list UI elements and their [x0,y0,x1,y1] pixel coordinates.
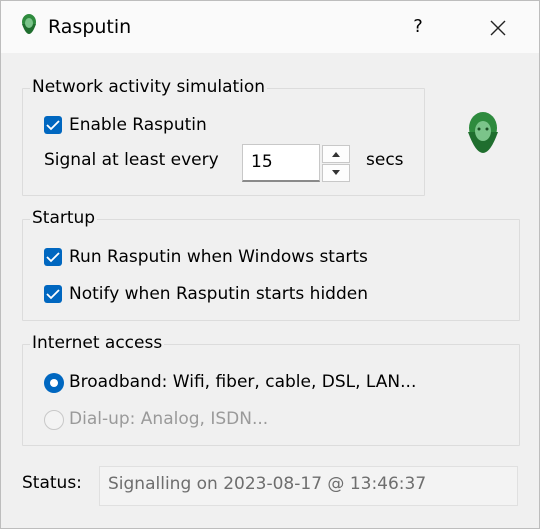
help-label: ? [413,16,423,37]
broadband-label[interactable]: Broadband: Wifi, fiber, cable, DSL, LAN.… [69,372,416,392]
internet-group-label: Internet access [30,333,165,353]
checkmark-icon [46,252,60,263]
window-title: Rasputin [48,16,132,38]
checkmark-icon [46,289,60,300]
rasputin-dialog: Rasputin ? Network activity simulation E… [0,0,540,529]
close-icon [490,20,506,35]
signal-unit-label: secs [366,150,404,170]
notify-hidden-checkbox[interactable] [44,285,62,303]
startup-group: Startup [22,208,520,321]
arrow-down-icon [332,170,340,175]
enable-rasputin-label[interactable]: Enable Rasputin [69,115,207,135]
internet-access-group: Internet access [22,333,520,446]
network-group-label: Network activity simulation [30,77,268,97]
rasputin-portrait-icon [22,14,36,34]
network-activity-group: Network activity simulation [22,77,425,196]
run-on-startup-checkbox[interactable] [44,248,62,266]
enable-rasputin-checkbox[interactable] [44,116,62,134]
signal-interval-input[interactable]: 15 [242,144,320,182]
signal-interval-value: 15 [251,152,273,172]
arrow-up-icon [332,152,340,157]
rasputin-portrait-icon [468,112,498,153]
checkmark-icon [46,120,60,131]
spin-down-button[interactable] [322,164,350,182]
startup-group-label: Startup [30,208,98,228]
close-button[interactable] [479,11,517,43]
spin-up-button[interactable] [322,145,350,163]
help-button[interactable]: ? [401,11,435,43]
notify-hidden-label[interactable]: Notify when Rasputin starts hidden [69,284,368,304]
signal-interval-label: Signal at least every [44,150,219,170]
status-label: Status: [22,473,82,493]
title-bar[interactable]: Rasputin ? [1,1,539,53]
status-value: Signalling on 2023-08-17 @ 13:46:37 [108,474,427,494]
dialup-radio [44,410,64,430]
dialup-label: Dial-up: Analog, ISDN... [69,409,269,429]
broadband-radio[interactable] [44,373,64,393]
run-on-startup-label[interactable]: Run Rasputin when Windows starts [69,247,368,267]
status-field: Signalling on 2023-08-17 @ 13:46:37 [99,466,518,506]
